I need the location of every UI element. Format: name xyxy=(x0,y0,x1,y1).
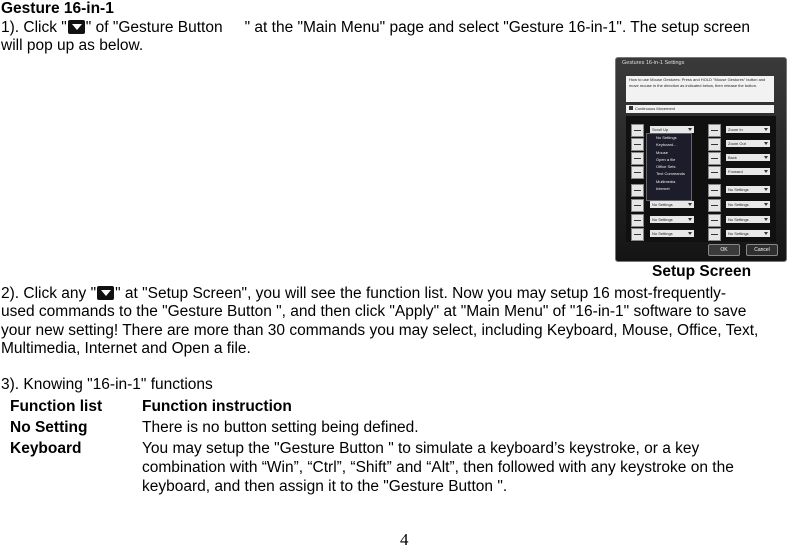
dropdown-arrow-icon xyxy=(67,20,85,34)
gesture-zoom-out-icon[interactable] xyxy=(708,138,721,151)
menu-item[interactable]: Multimedia xyxy=(647,178,691,185)
gesture-up-left-icon[interactable] xyxy=(631,184,644,197)
menu-item[interactable]: Text Commands xyxy=(647,170,691,177)
gesture-select-left-7[interactable]: No Settings xyxy=(650,216,694,223)
step2-line4: Multimedia, Internet and Open a file. xyxy=(1,340,251,357)
menu-item[interactable]: Keyboard... xyxy=(647,141,691,148)
gesture-down-left-icon[interactable] xyxy=(631,214,644,227)
gesture-select-right-8[interactable]: No Settings xyxy=(726,230,770,237)
step2-line3: your new setting! There are more than 30… xyxy=(1,322,759,339)
continuous-movement-label: Continuous Movement xyxy=(635,106,676,111)
gesture-down-icon[interactable] xyxy=(631,138,644,151)
step3-intro: 3). Knowing "16-in-1" functions xyxy=(1,376,213,393)
step2-line1: 2). Click any " " at "Setup Screen", you … xyxy=(1,285,726,303)
gesture-select-right-5[interactable]: No Settings xyxy=(726,186,770,193)
gesture-select-right-3[interactable]: Back xyxy=(726,154,770,161)
gesture-select-right-1[interactable]: Zoom In xyxy=(726,126,770,133)
dropdown-arrow-icon xyxy=(97,286,115,300)
gesture-up-icon[interactable] xyxy=(631,124,644,137)
step2-line2: used commands to the "Gesture Button ", … xyxy=(1,303,747,320)
gesture-corner-1-icon[interactable] xyxy=(708,184,721,197)
step1-text-a: 1). Click " xyxy=(1,19,67,36)
gesture-corner-4-icon[interactable] xyxy=(708,228,721,241)
col-header-function-instruction: Function instruction xyxy=(142,398,292,415)
menu-item[interactable]: Internet xyxy=(647,185,691,192)
ok-button[interactable]: OK xyxy=(708,244,740,256)
gesture-select-right-7[interactable]: No Settings xyxy=(726,216,770,223)
step2-text-a: 2). Click any " xyxy=(1,285,97,302)
step1-text-b: " of "Gesture Button xyxy=(85,19,223,36)
gesture-select-right-2[interactable]: Zoom Out xyxy=(726,140,770,147)
function-name-no-setting: No Setting xyxy=(10,419,88,436)
cancel-button[interactable]: Cancel xyxy=(746,244,778,256)
gesture-down-right-icon[interactable] xyxy=(631,228,644,241)
gesture-select-right-6[interactable]: No Settings xyxy=(726,201,770,208)
step1-line1: 1). Click " " of "Gesture Button " at the … xyxy=(1,19,750,37)
menu-item[interactable]: Office Sets xyxy=(647,163,691,170)
gesture-select-left-8[interactable]: No Settings xyxy=(650,230,694,237)
gesture-corner-2-icon[interactable] xyxy=(708,199,721,212)
gesture-up-right-icon[interactable] xyxy=(631,199,644,212)
gesture-back-icon[interactable] xyxy=(708,152,721,165)
col-header-function-list: Function list xyxy=(10,398,103,415)
gesture-select-left-1[interactable]: Scroll Up xyxy=(650,126,694,133)
function-desc-no-setting: There is no button setting being defined… xyxy=(142,419,419,436)
gesture-left-icon[interactable] xyxy=(631,152,644,165)
menu-item[interactable]: No Settings xyxy=(647,134,691,141)
section-heading: Gesture 16-in-1 xyxy=(1,0,114,17)
function-name-keyboard: Keyboard xyxy=(10,440,82,457)
function-desc-keyboard-line1: You may setup the "Gesture Button " to s… xyxy=(142,440,700,457)
figure-caption: Setup Screen xyxy=(652,263,752,280)
step1-text-c: " at the "Main Menu" page and select "Ge… xyxy=(244,19,751,36)
help-text: How to use Mouse Gestures: Press and HOL… xyxy=(626,76,774,102)
setup-screen-window: Gestures 16-in-1 Settings How to use Mou… xyxy=(615,57,787,262)
gesture-forward-icon[interactable] xyxy=(708,166,721,179)
step2-text-b: " at "Setup Screen", you will see the fu… xyxy=(115,285,727,302)
page-number: 4 xyxy=(400,530,409,549)
function-menu: No Settings Keyboard... Mouse Open a fil… xyxy=(646,133,692,201)
gesture-corner-3-icon[interactable] xyxy=(708,214,721,227)
gesture-right-icon[interactable] xyxy=(631,166,644,179)
continuous-movement-option[interactable]: Continuous Movement xyxy=(626,105,774,113)
menu-item[interactable]: Mouse xyxy=(647,149,691,156)
function-desc-keyboard-line2: combination with “Win”, “Ctrl”, “Shift” … xyxy=(142,459,734,476)
gesture-zoom-in-icon[interactable] xyxy=(708,124,721,137)
gesture-select-left-6[interactable]: No Settings xyxy=(650,201,694,208)
function-desc-keyboard-line3: keyboard, and then assign it to the "Ges… xyxy=(142,478,508,495)
menu-item[interactable]: Open a file xyxy=(647,156,691,163)
gesture-select-right-4[interactable]: Forward xyxy=(726,168,770,175)
window-title: Gestures 16-in-1 Settings xyxy=(622,60,685,66)
step1-line2: will pop up as below. xyxy=(1,37,144,54)
